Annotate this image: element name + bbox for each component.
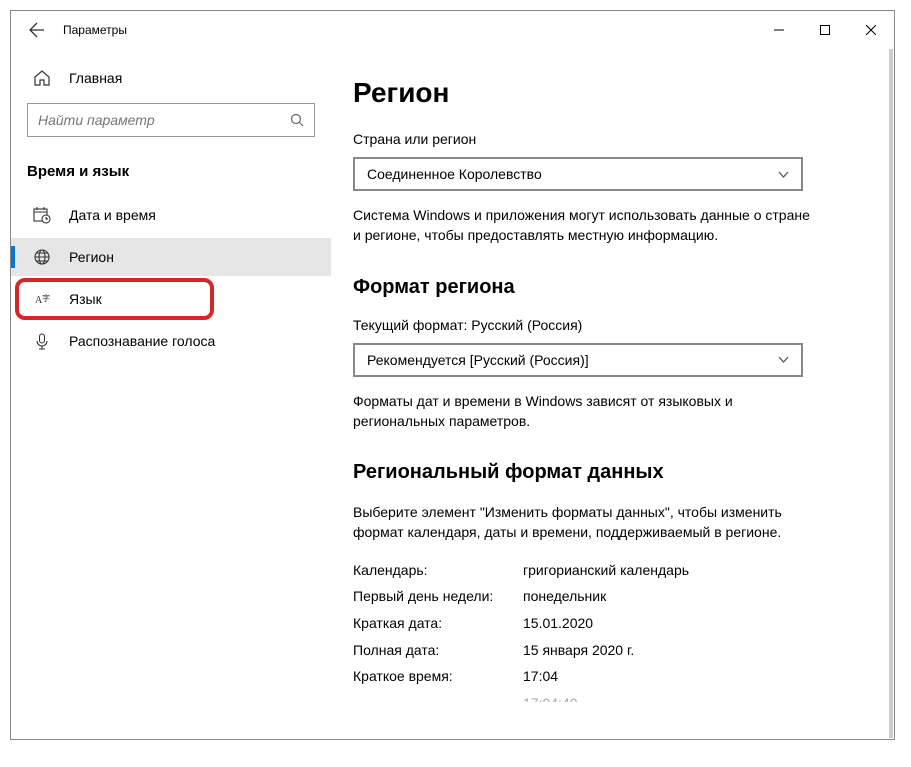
format-heading: Формат региона xyxy=(353,276,864,299)
settings-window: Параметры Главная xyxy=(10,10,895,740)
maximize-icon xyxy=(820,25,830,35)
country-label: Страна или регион xyxy=(353,131,864,147)
row-key: Краткая дата: xyxy=(353,610,523,637)
row-key xyxy=(353,690,523,702)
window-title: Параметры xyxy=(63,23,127,37)
country-help-text: Система Windows и приложения могут испол… xyxy=(353,205,813,246)
language-icon: A字 xyxy=(33,290,53,308)
chevron-down-icon xyxy=(778,169,789,180)
row-val: григорианский календарь xyxy=(523,557,689,584)
sidebar-item-language[interactable]: A字 Язык xyxy=(17,280,212,318)
scrollbar[interactable] xyxy=(889,49,893,738)
home-link[interactable]: Главная xyxy=(11,61,331,95)
body-area: Главная Время и язык Дата и время Ре xyxy=(11,49,894,739)
sidebar: Главная Время и язык Дата и время Ре xyxy=(11,49,331,739)
svg-text:字: 字 xyxy=(42,293,50,303)
microphone-icon xyxy=(33,332,53,350)
sidebar-item-label: Дата и время xyxy=(69,207,156,223)
country-dropdown-value: Соединенное Королевство xyxy=(367,166,542,182)
sidebar-item-label: Распознавание голоса xyxy=(69,333,215,349)
regional-help-text: Выберите элемент "Изменить форматы данны… xyxy=(353,502,813,543)
row-val: 17:04:40 xyxy=(523,690,578,702)
globe-icon xyxy=(33,248,53,266)
minimize-button[interactable] xyxy=(756,15,802,45)
maximize-button[interactable] xyxy=(802,15,848,45)
calendar-clock-icon xyxy=(33,206,53,224)
window-controls xyxy=(756,15,894,45)
format-dropdown-value: Рекомендуется [Русский (Россия)] xyxy=(367,352,589,368)
format-help-text: Форматы дат и времени в Windows зависят … xyxy=(353,391,813,432)
table-row: Календарь: григорианский календарь xyxy=(353,557,864,584)
close-icon xyxy=(866,25,876,35)
chevron-down-icon xyxy=(778,354,789,365)
row-key: Первый день недели: xyxy=(353,583,523,610)
current-format-label: Текущий формат: Русский (Россия) xyxy=(353,317,864,333)
search-box[interactable] xyxy=(27,103,315,137)
sidebar-item-label: Регион xyxy=(69,249,114,265)
page-title: Регион xyxy=(353,77,864,109)
row-val: 15 января 2020 г. xyxy=(523,637,634,664)
home-icon xyxy=(33,69,53,87)
row-val: 17:04 xyxy=(523,663,558,690)
table-row-partial: 17:04:40 xyxy=(353,690,864,702)
regional-data-table: Календарь: григорианский календарь Первы… xyxy=(353,557,864,702)
sidebar-item-label: Язык xyxy=(69,291,102,307)
format-dropdown[interactable]: Рекомендуется [Русский (Россия)] xyxy=(353,343,803,377)
table-row: Первый день недели: понедельник xyxy=(353,583,864,610)
minimize-icon xyxy=(774,25,784,35)
regional-heading: Региональный формат данных xyxy=(353,461,864,484)
arrow-left-icon xyxy=(29,22,45,38)
content-area[interactable]: Регион Страна или регион Соединенное Кор… xyxy=(331,49,894,739)
table-row: Краткая дата: 15.01.2020 xyxy=(353,610,864,637)
table-row: Полная дата: 15 января 2020 г. xyxy=(353,637,864,664)
row-key: Календарь: xyxy=(353,557,523,584)
sidebar-item-speech[interactable]: Распознавание голоса xyxy=(11,322,331,360)
table-row: Краткое время: 17:04 xyxy=(353,663,864,690)
country-dropdown[interactable]: Соединенное Королевство xyxy=(353,157,803,191)
search-icon xyxy=(290,113,304,127)
sidebar-item-date-time[interactable]: Дата и время xyxy=(11,196,331,234)
category-header: Время и язык xyxy=(11,155,331,196)
sidebar-item-region[interactable]: Регион xyxy=(11,238,331,276)
row-val: 15.01.2020 xyxy=(523,610,593,637)
row-key: Краткое время: xyxy=(353,663,523,690)
back-button[interactable] xyxy=(17,11,57,49)
home-label: Главная xyxy=(69,70,122,86)
search-input[interactable] xyxy=(38,112,290,128)
close-button[interactable] xyxy=(848,15,894,45)
row-val: понедельник xyxy=(523,583,606,610)
titlebar: Параметры xyxy=(11,11,894,49)
row-key: Полная дата: xyxy=(353,637,523,664)
